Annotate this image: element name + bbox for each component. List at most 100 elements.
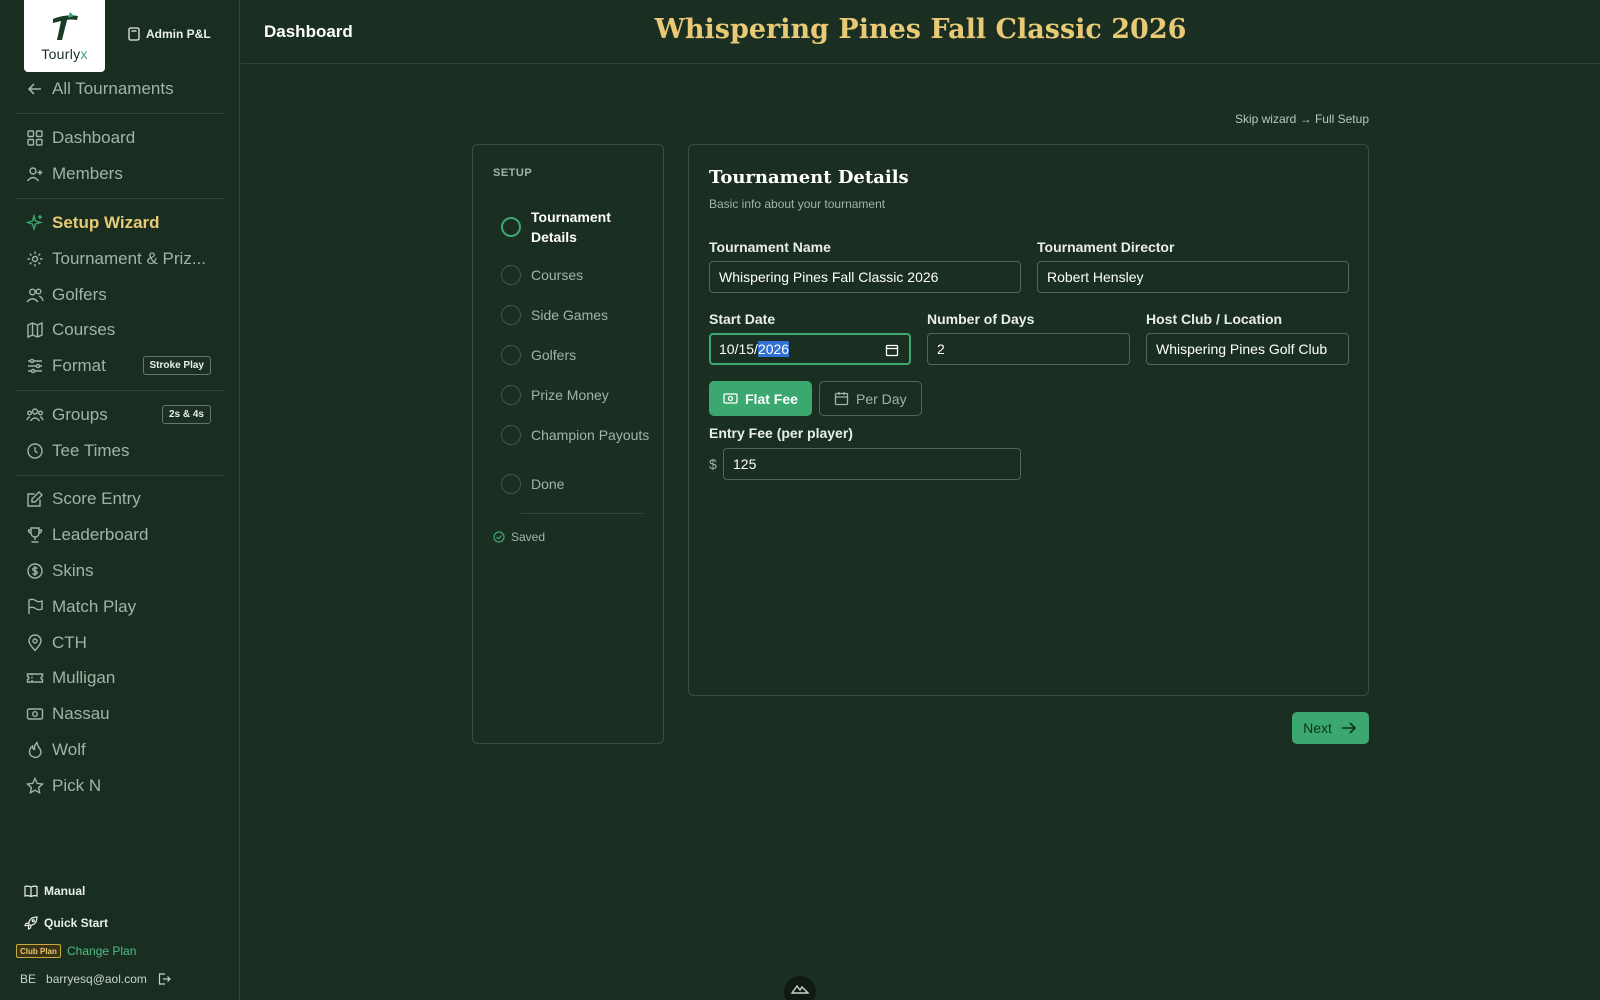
skip-wizard-link[interactable]: Skip wizard → Full Setup bbox=[1235, 112, 1369, 126]
calendar-icon bbox=[834, 392, 849, 406]
group-icon bbox=[26, 408, 44, 422]
step-indicator bbox=[501, 305, 521, 325]
step-done[interactable]: Done bbox=[501, 474, 651, 494]
book-icon bbox=[24, 885, 38, 898]
step-golfers[interactable]: Golfers bbox=[501, 345, 651, 365]
setup-stepper: SETUP Tournament Details Courses Side Ga… bbox=[472, 144, 664, 744]
start-date-label: Start Date bbox=[709, 311, 776, 327]
tournament-director-label: Tournament Director bbox=[1037, 239, 1175, 255]
per-day-button[interactable]: Per Day bbox=[819, 381, 922, 416]
start-date-input[interactable]: 10/15/2026 bbox=[709, 333, 911, 365]
users-icon bbox=[26, 288, 44, 303]
sparkles-icon bbox=[26, 214, 43, 232]
admin-pl-label: Admin P&L bbox=[146, 27, 211, 41]
sidebar-item-golfers[interactable]: Golfers bbox=[26, 283, 107, 307]
user-row: BE barryesq@aol.com bbox=[20, 972, 171, 986]
step-side-games[interactable]: Side Games bbox=[501, 305, 651, 325]
entry-fee-label: Entry Fee (per player) bbox=[709, 425, 853, 441]
sidebar-item-label: Mulligan bbox=[52, 668, 116, 687]
sidebar-item-cth[interactable]: CTH bbox=[26, 631, 87, 655]
saved-label: Saved bbox=[511, 530, 546, 544]
groups-badge: 2s & 4s bbox=[161, 405, 211, 424]
sidebar-item-mulligan[interactable]: Mulligan bbox=[26, 666, 115, 690]
admin-pl-link[interactable]: Admin P&L bbox=[128, 25, 211, 43]
sidebar-item-setup-wizard[interactable]: Setup Wizard bbox=[26, 211, 160, 235]
step-label: Champion Payouts bbox=[531, 427, 650, 443]
tourlyx-t-icon bbox=[52, 12, 78, 40]
sidebar-item-label: Courses bbox=[52, 320, 116, 339]
page-title: Whispering Pines Fall Classic 2026 bbox=[654, 14, 1187, 45]
next-button[interactable]: Next bbox=[1292, 712, 1369, 744]
sidebar-item-dashboard[interactable]: Dashboard bbox=[26, 126, 135, 150]
step-label: Golfers bbox=[531, 347, 577, 363]
sidebar-item-label: Match Play bbox=[52, 597, 137, 616]
tournament-director-input[interactable]: Robert Hensley bbox=[1037, 261, 1349, 293]
step-indicator bbox=[501, 474, 521, 494]
sidebar-item-members[interactable]: Members bbox=[26, 162, 123, 186]
step-champion-payouts[interactable]: Champion Payouts bbox=[501, 425, 651, 445]
sidebar-item-pick-n[interactable]: Pick N bbox=[26, 774, 101, 798]
sidebar-item-nassau[interactable]: Nassau bbox=[26, 702, 110, 726]
tournament-details-card: Tournament Details Basic info about your… bbox=[688, 144, 1369, 696]
grid-icon bbox=[27, 130, 43, 146]
sidebar-item-label: Members bbox=[52, 164, 123, 183]
quick-start-link[interactable]: Quick Start bbox=[24, 916, 108, 930]
sidebar-item-groups[interactable]: Groups bbox=[26, 403, 108, 427]
sidebar-item-label: Tee Times bbox=[52, 441, 130, 460]
quick-start-label: Quick Start bbox=[44, 916, 109, 930]
step-indicator bbox=[501, 425, 521, 445]
flame-icon bbox=[28, 741, 42, 759]
sidebar-item-score-entry[interactable]: Score Entry bbox=[26, 487, 141, 511]
tourlyx-logo[interactable]: Tourlyx bbox=[24, 0, 105, 72]
step-tournament-details[interactable]: Tournament Details bbox=[501, 207, 651, 247]
step-indicator bbox=[501, 345, 521, 365]
step-indicator bbox=[501, 265, 521, 285]
format-badge: Stroke Play bbox=[142, 356, 211, 375]
user-initials: BE bbox=[20, 972, 37, 986]
step-label: Side Games bbox=[531, 307, 609, 323]
sidebar: Tourlyx Admin P&L All Tournaments Dashbo… bbox=[0, 0, 240, 1000]
devtools-logo-icon bbox=[791, 984, 809, 994]
logout-icon[interactable] bbox=[157, 972, 171, 986]
sidebar-item-label: Wolf bbox=[52, 740, 86, 759]
step-prize-money[interactable]: Prize Money bbox=[501, 385, 651, 405]
card-subtitle: Basic info about your tournament bbox=[709, 197, 886, 211]
host-club-label: Host Club / Location bbox=[1146, 311, 1283, 327]
calendar-picker-icon[interactable] bbox=[885, 343, 899, 357]
sidebar-item-label: Groups bbox=[52, 405, 108, 424]
stepper-label: SETUP bbox=[493, 167, 533, 179]
user-plus-icon bbox=[26, 167, 43, 182]
arrow-left-icon bbox=[27, 83, 41, 95]
sidebar-item-match-play[interactable]: Match Play bbox=[26, 595, 136, 619]
tournament-name-input[interactable]: Whispering Pines Fall Classic 2026 bbox=[709, 261, 1021, 293]
club-plan-badge: Club Plan bbox=[16, 944, 61, 958]
sidebar-item-label: Dashboard bbox=[52, 128, 136, 147]
entry-fee-input[interactable]: 125 bbox=[723, 448, 1021, 480]
sliders-icon bbox=[28, 358, 42, 374]
sidebar-item-format[interactable]: Format bbox=[26, 354, 106, 378]
step-courses[interactable]: Courses bbox=[501, 265, 651, 285]
sidebar-item-wolf[interactable]: Wolf bbox=[26, 738, 86, 762]
devtools-toggle[interactable] bbox=[784, 976, 816, 1000]
sidebar-item-tournament-prizes[interactable]: Tournament & Priz... bbox=[26, 247, 206, 271]
star-icon bbox=[26, 777, 44, 795]
number-of-days-input[interactable]: 2 bbox=[927, 333, 1130, 365]
host-club-input[interactable]: Whispering Pines Golf Club bbox=[1146, 333, 1349, 365]
sidebar-item-skins[interactable]: Skins bbox=[26, 559, 94, 583]
change-plan-link[interactable]: Change Plan bbox=[67, 944, 136, 958]
step-indicator bbox=[501, 217, 521, 237]
all-tournaments-link[interactable]: All Tournaments bbox=[26, 77, 174, 101]
sidebar-item-label: Pick N bbox=[52, 776, 102, 795]
step-indicator bbox=[501, 385, 521, 405]
saved-status: Saved bbox=[493, 530, 545, 544]
cash-icon bbox=[723, 393, 738, 404]
nav-divider bbox=[16, 198, 224, 199]
currency-symbol: $ bbox=[709, 456, 717, 472]
flat-fee-button[interactable]: Flat Fee bbox=[709, 381, 812, 416]
manual-link[interactable]: Manual bbox=[24, 884, 85, 898]
sidebar-item-tee-times[interactable]: Tee Times bbox=[26, 439, 129, 463]
sidebar-item-courses[interactable]: Courses bbox=[26, 318, 115, 342]
manual-label: Manual bbox=[44, 884, 86, 898]
sidebar-item-leaderboard[interactable]: Leaderboard bbox=[26, 523, 148, 547]
tournament-name-label: Tournament Name bbox=[709, 239, 831, 255]
